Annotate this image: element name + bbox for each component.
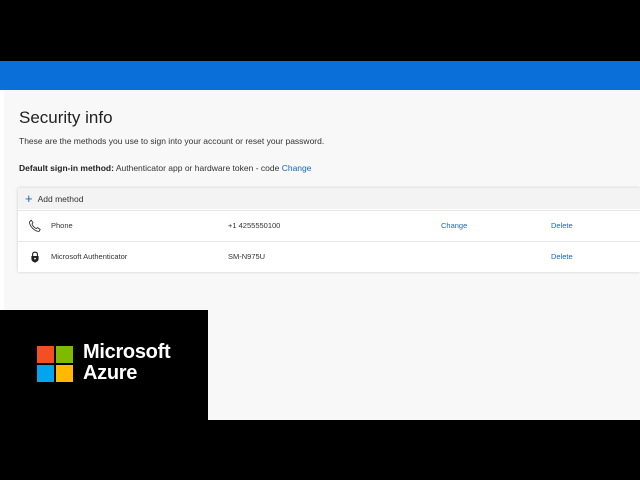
default-method-label: Default sign-in method: xyxy=(19,163,114,173)
microsoft-azure-brand-overlay: Microsoft Azure xyxy=(0,310,208,420)
page-subtitle: These are the methods you use to sign in… xyxy=(19,136,325,146)
change-link[interactable]: Change xyxy=(441,221,467,230)
method-name: Phone xyxy=(51,221,73,230)
page-title: Security info xyxy=(19,108,113,127)
plus-icon: + xyxy=(25,191,33,206)
delete-link[interactable]: Delete xyxy=(551,221,573,230)
letterbox-bottom xyxy=(0,420,640,480)
default-sign-in-method: Default sign-in method: Authenticator ap… xyxy=(19,163,311,173)
brand-wordmark: Microsoft Azure xyxy=(83,341,171,384)
method-row-authenticator: Microsoft Authenticator SM-N975U Delete xyxy=(18,241,640,272)
phone-icon xyxy=(28,219,41,232)
methods-panel: + Add method Phone +1 4255550100 Change … xyxy=(18,188,640,272)
add-method-label: Add method xyxy=(37,193,84,204)
add-method-button[interactable]: + Add method xyxy=(25,191,83,206)
default-method-change-link[interactable]: Change xyxy=(282,163,312,173)
default-method-value: Authenticator app or hardware token - co… xyxy=(115,163,280,173)
microsoft-logo-icon xyxy=(37,346,73,382)
method-row-phone: Phone +1 4255550100 Change Delete xyxy=(18,210,640,241)
letterbox-top xyxy=(0,0,640,61)
add-method-row: + Add method xyxy=(18,188,640,209)
method-detail: +1 4255550100 xyxy=(228,221,281,230)
method-name: Microsoft Authenticator xyxy=(51,252,128,261)
lock-icon xyxy=(31,251,39,263)
method-detail: SM-N975U xyxy=(228,252,266,261)
brand-line-azure: Azure xyxy=(83,362,138,384)
brand-line-microsoft: Microsoft xyxy=(83,341,171,363)
header-bar xyxy=(0,61,640,90)
delete-link[interactable]: Delete xyxy=(551,252,573,261)
